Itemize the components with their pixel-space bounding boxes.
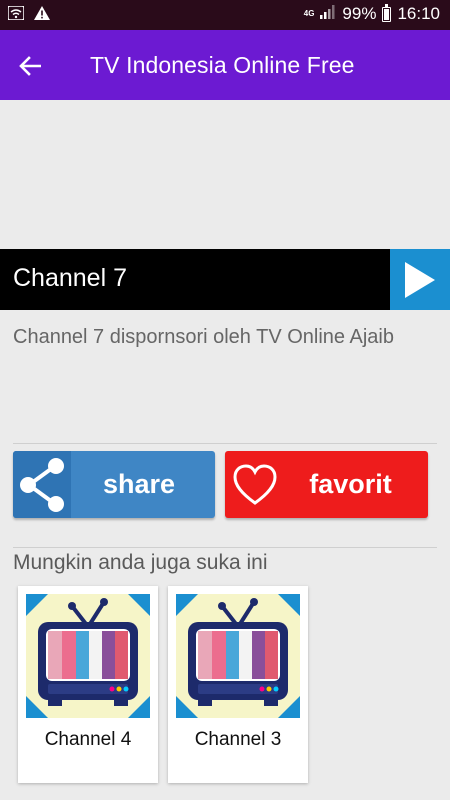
- battery-level: 99%: [342, 4, 377, 23]
- heart-icon-box: [225, 451, 285, 518]
- warning-icon: [34, 6, 50, 25]
- signal-icon: [320, 4, 336, 24]
- network-type: 4G: [303, 9, 315, 18]
- share-icon: [20, 457, 64, 512]
- channel-name: Channel 7: [13, 264, 127, 292]
- suggestion-label: Channel 3: [194, 729, 282, 750]
- share-icon-box: [13, 451, 71, 518]
- page-title: TV Indonesia Online Free: [90, 52, 355, 78]
- clock: 16:10: [397, 4, 440, 23]
- battery-icon: [382, 3, 392, 22]
- arrow-left-icon: [19, 56, 41, 76]
- wifi-icon: [7, 5, 25, 25]
- app-bar: TV Indonesia Online Free: [0, 30, 450, 100]
- tv-icon: [176, 594, 300, 718]
- heart-icon: [233, 463, 277, 505]
- share-button[interactable]: share: [13, 451, 215, 518]
- favorite-label: favorit: [309, 469, 392, 499]
- suggestion-card[interactable]: Channel 4: [18, 586, 158, 783]
- player-bar: Channel 7: [0, 249, 450, 310]
- back-button[interactable]: [14, 50, 46, 82]
- divider: [13, 547, 437, 548]
- status-bar: 4G 99% 16:10: [0, 0, 450, 30]
- favorite-button[interactable]: favorit: [225, 451, 428, 518]
- suggestion-card[interactable]: Channel 3: [168, 586, 308, 783]
- play-button[interactable]: [390, 249, 450, 310]
- suggestions-title: Mungkin anda juga suka ini: [13, 551, 268, 574]
- suggestion-label: Channel 4: [44, 729, 132, 750]
- channel-description: Channel 7 dispornsori oleh TV Online Aja…: [13, 326, 394, 348]
- tv-icon: [26, 594, 150, 718]
- divider: [13, 443, 437, 444]
- play-icon: [405, 261, 435, 298]
- share-label: share: [102, 469, 176, 499]
